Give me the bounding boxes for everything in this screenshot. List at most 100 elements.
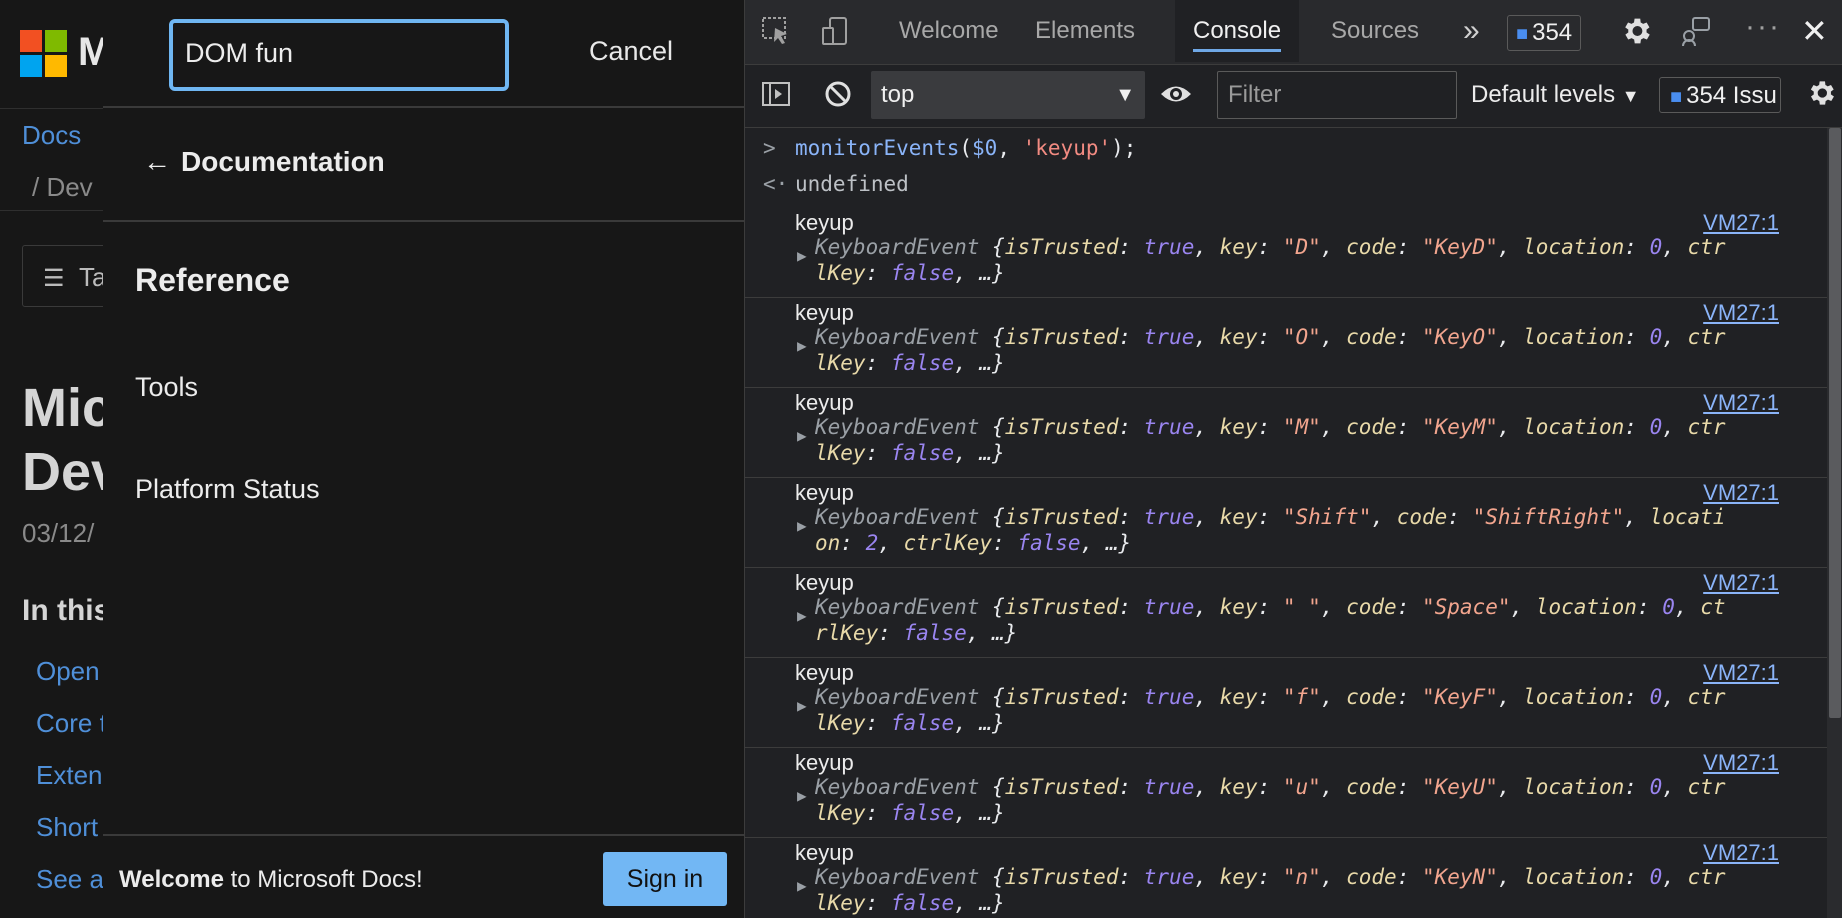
divider [103, 834, 744, 836]
sign-in-button[interactable]: Sign in [603, 852, 727, 906]
tab-console[interactable]: Console [1175, 0, 1300, 62]
welcome-rest: to Microsoft Docs! [223, 866, 423, 893]
nav-item-platform-status[interactable]: Platform Status [135, 474, 320, 505]
welcome-bold: Welcome [119, 866, 224, 893]
expand-triangle-icon[interactable]: ▶ [797, 246, 807, 265]
log-levels-dropdown[interactable]: Default levels ▼ [1471, 71, 1640, 119]
console-output[interactable]: > monitorEvents($0, 'keyup'); <· undefin… [745, 128, 1827, 918]
sidebar-toggle-icon[interactable] [761, 79, 791, 117]
event-location: 0 [1649, 865, 1663, 889]
console-log-entry[interactable]: keyup VM27:1 ▶ KeyboardEvent {isTrusted: tr… [745, 298, 1827, 388]
search-box[interactable] [169, 19, 509, 91]
source-link[interactable]: VM27:1 [1703, 390, 1779, 416]
issues-badge[interactable]: ■ 354 [1507, 15, 1582, 51]
expand-triangle-icon[interactable]: ▶ [797, 786, 807, 805]
issues-button[interactable]: ■ 354 Issu [1659, 77, 1781, 113]
event-type: keyup [795, 750, 854, 775]
event-object-preview[interactable]: KeyboardEvent {isTrusted: true, key: "D"… [815, 234, 1777, 286]
event-location: 0 [1649, 775, 1663, 799]
context-select[interactable]: top ▼ [871, 71, 1145, 119]
console-settings-icon[interactable] [1805, 77, 1837, 117]
console-log-entry[interactable]: keyup VM27:1 ▶ KeyboardEvent {isTrusted: tr… [745, 748, 1827, 838]
event-type: keyup [795, 660, 854, 685]
message-icon: ■ [1670, 86, 1683, 108]
source-link[interactable]: VM27:1 [1703, 570, 1779, 596]
nav-item-tools[interactable]: Tools [135, 372, 198, 403]
event-object-preview[interactable]: KeyboardEvent {isTrusted: true, key: "u"… [815, 774, 1777, 826]
close-icon[interactable]: ✕ [1801, 12, 1828, 50]
expand-triangle-icon[interactable]: ▶ [797, 696, 807, 715]
context-value: top [881, 81, 915, 108]
issues-label: 354 Issu [1686, 82, 1777, 109]
expand-triangle-icon[interactable]: ▶ [797, 876, 807, 895]
article-link[interactable]: Open [36, 656, 100, 687]
expand-triangle-icon[interactable]: ▶ [797, 336, 807, 355]
event-type: keyup [795, 480, 854, 505]
expand-triangle-icon[interactable]: ▶ [797, 426, 807, 445]
console-scrollbar[interactable] [1827, 128, 1842, 918]
source-link[interactable]: VM27:1 [1703, 210, 1779, 236]
search-input[interactable] [185, 31, 485, 75]
console-log-entry[interactable]: keyup VM27:1 ▶ KeyboardEvent {isTrusted: tr… [745, 388, 1827, 478]
event-location: 2 [865, 531, 879, 555]
breadcrumb-docs[interactable]: Docs [22, 120, 81, 151]
message-icon: ■ [1516, 23, 1529, 45]
scrollbar-thumb[interactable] [1829, 128, 1841, 718]
divider [103, 106, 744, 108]
source-link[interactable]: VM27:1 [1703, 480, 1779, 506]
device-icon[interactable] [821, 16, 851, 54]
devtools-tabbar: Welcome Elements Console Sources » ■ 354 … [745, 0, 1842, 65]
back-to-documentation-link[interactable]: ← Documentation [143, 146, 385, 178]
event-object-preview[interactable]: KeyboardEvent {isTrusted: true, key: "Sh… [815, 504, 1777, 556]
console-input-line: > monitorEvents($0, 'keyup'); [745, 136, 1827, 166]
console-log-entry[interactable]: keyup VM27:1 ▶ KeyboardEvent {isTrusted: tr… [745, 658, 1827, 748]
console-command: monitorEvents($0, 'keyup'); [795, 136, 1137, 160]
tab-sources[interactable]: Sources [1313, 0, 1437, 62]
event-type: keyup [795, 840, 854, 865]
settings-icon[interactable] [1619, 14, 1653, 56]
event-object-preview[interactable]: KeyboardEvent {isTrusted: true, key: "n"… [815, 864, 1777, 916]
event-object-preview[interactable]: KeyboardEvent {isTrusted: true, key: " "… [815, 594, 1777, 646]
expand-triangle-icon[interactable]: ▶ [797, 606, 807, 625]
prompt-chevron-icon: > [763, 136, 776, 160]
source-link[interactable]: VM27:1 [1703, 300, 1779, 326]
inspect-icon[interactable] [761, 16, 791, 54]
expand-triangle-icon[interactable]: ▶ [797, 516, 807, 535]
source-link[interactable]: VM27:1 [1703, 660, 1779, 686]
feedback-icon[interactable] [1679, 16, 1711, 56]
article-link[interactable]: Short [36, 812, 98, 843]
event-code: "KeyM" [1421, 415, 1498, 439]
filter-input[interactable] [1217, 71, 1457, 119]
more-tabs-button[interactable]: » [1445, 0, 1498, 62]
article-link[interactable]: Core t [36, 708, 107, 739]
event-object-preview[interactable]: KeyboardEvent {isTrusted: true, key: "f"… [815, 684, 1777, 736]
tab-console-label: Console [1193, 17, 1282, 44]
console-log-entry[interactable]: keyup VM27:1 ▶ KeyboardEvent {isTrusted: tr… [745, 208, 1827, 298]
devtools-panel: Welcome Elements Console Sources » ■ 354 … [744, 0, 1842, 918]
event-key: "f" [1282, 685, 1321, 709]
source-link[interactable]: VM27:1 [1703, 750, 1779, 776]
active-tab-indicator [1193, 49, 1282, 52]
console-log-entry[interactable]: keyup VM27:1 ▶ KeyboardEvent {isTrusted: tr… [745, 568, 1827, 658]
breadcrumb-dev[interactable]: / Dev [32, 172, 93, 203]
source-link[interactable]: VM27:1 [1703, 840, 1779, 866]
event-code: "KeyU" [1421, 775, 1498, 799]
event-location: 0 [1649, 415, 1663, 439]
clear-console-icon[interactable] [823, 79, 853, 117]
tab-elements[interactable]: Elements [1017, 0, 1153, 62]
more-icon[interactable]: ··· [1745, 10, 1781, 44]
event-location: 0 [1662, 595, 1675, 619]
event-object-preview[interactable]: KeyboardEvent {isTrusted: true, key: "M"… [815, 414, 1777, 466]
microsoft-logo-icon[interactable] [20, 30, 68, 78]
event-location: 0 [1649, 685, 1663, 709]
article-link[interactable]: Exten [36, 760, 103, 791]
command-arg: $0 [972, 136, 998, 160]
console-log-entry[interactable]: keyup VM27:1 ▶ KeyboardEvent {isTrusted: tr… [745, 478, 1827, 568]
cancel-button[interactable]: Cancel [589, 36, 673, 67]
divider [103, 220, 744, 222]
eye-icon[interactable] [1159, 81, 1193, 115]
console-log-entry[interactable]: keyup VM27:1 ▶ KeyboardEvent {isTrusted: tr… [745, 838, 1827, 918]
event-object-preview[interactable]: KeyboardEvent {isTrusted: true, key: "O"… [815, 324, 1777, 376]
article-link[interactable]: See a [36, 864, 104, 895]
tab-welcome[interactable]: Welcome [881, 0, 1017, 62]
